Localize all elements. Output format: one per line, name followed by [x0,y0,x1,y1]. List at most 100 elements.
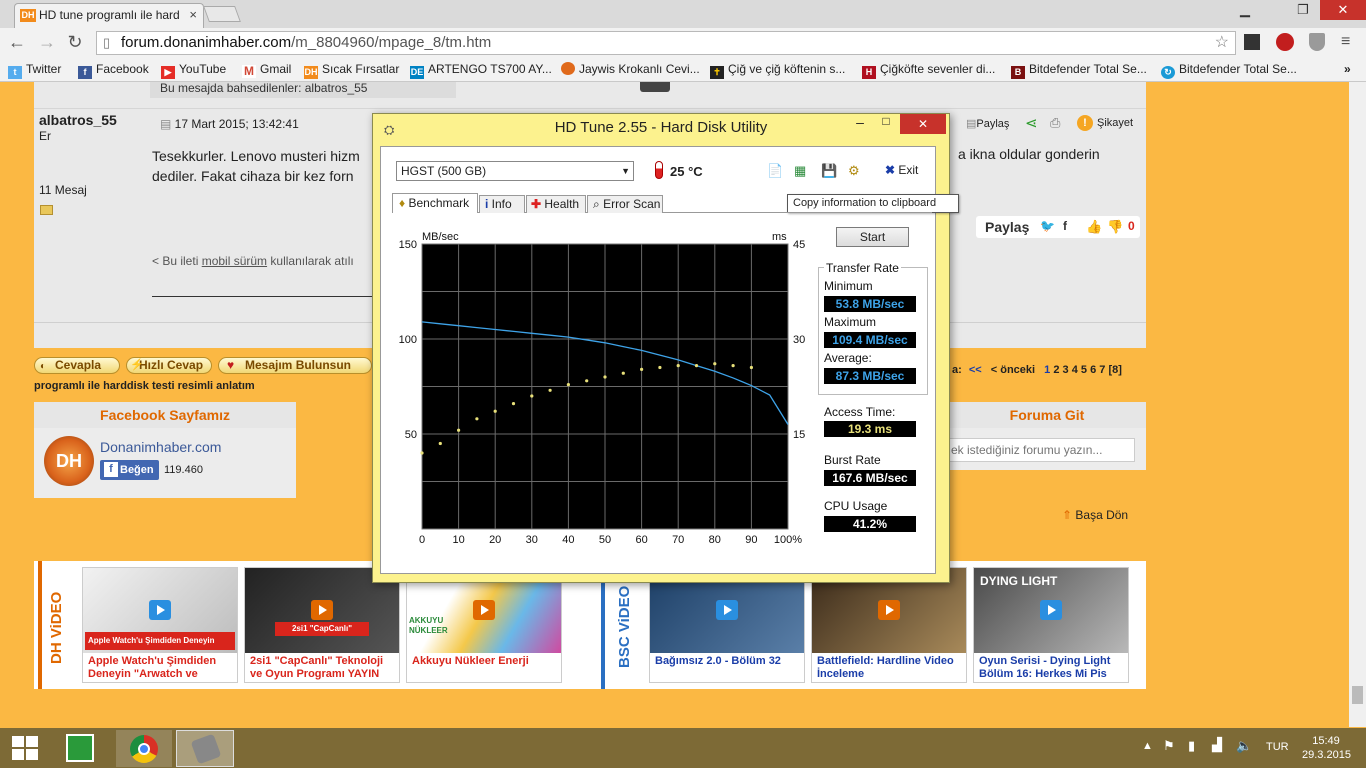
page-scrollbar[interactable] [1349,82,1366,727]
warning-icon[interactable]: ! [1077,115,1093,131]
menu-icon[interactable]: ≡ [1341,33,1350,51]
mobile-version-link[interactable]: mobil sürüm [202,254,267,268]
clock[interactable]: 15:49 29.3.2015 [1302,734,1351,762]
drive-select[interactable]: HGST (500 GB) ▼ [396,161,634,181]
dh-video-label: DH ViDEO [48,591,65,664]
address-bar[interactable]: ▯ forum.donanimhaber.com/m_8804960/mpage… [96,31,1236,55]
pager-prev[interactable]: < önceki [991,364,1035,376]
new-tab-button[interactable] [203,6,241,22]
language-indicator[interactable]: TUR [1266,741,1289,753]
bookmark-cigkofte-sevenler[interactable]: H Çiğköfte sevenler di... [862,62,995,79]
start-button[interactable]: Start [836,227,909,247]
flag-icon[interactable]: ⚑ [1163,738,1175,754]
post-author[interactable]: albatros_55 [39,112,117,128]
tab-close-icon[interactable]: × [189,4,197,26]
quick-reply-button[interactable]: ⚡ Hızlı Cevap [126,357,212,374]
page-3[interactable]: 3 [1063,364,1069,376]
tray-expand-icon[interactable]: ▲ [1142,740,1153,752]
browser-tab[interactable]: DH HD tune programlı ile hard × [14,3,204,28]
bookmark-cig-kofte[interactable]: ✝ Çiğ ve çiğ köftenin s... [710,62,845,79]
complaint-link[interactable]: Şikayet [1097,117,1133,129]
save-icon[interactable]: 💾 [821,163,837,179]
print-icon[interactable]: ⎙ [1050,115,1060,131]
video-card-1[interactable]: Apple Watch'u Şimdiden Deneyin Apple Wat… [82,567,238,683]
page-2[interactable]: 2 [1053,364,1059,376]
bookmark-bitdefender-2[interactable]: ↻ Bitdefender Total Se... [1161,62,1297,79]
reply-button[interactable]: ◐ Cevapla [34,357,120,374]
copy-info-icon[interactable]: 📄 [767,163,783,179]
facebook-like-button[interactable]: f Beğen [100,460,159,480]
thumbs-down-icon[interactable]: 👎 [1107,219,1123,235]
tab-health[interactable]: ✚ Health [526,195,586,213]
jaywis-icon [561,62,575,75]
forward-icon[interactable]: → [36,31,58,53]
store-icon[interactable] [66,734,94,762]
tab-benchmark[interactable]: ♦ Benchmark [392,193,478,213]
minimize-icon[interactable]: ▁ [1230,0,1260,20]
page-8-current: [8] [1108,364,1122,376]
pager-first[interactable]: << [969,364,982,376]
close-window-icon[interactable]: ✕ [1320,0,1366,20]
dh-logo-icon[interactable]: DH [44,436,94,486]
twitter-share-icon[interactable]: 🐦 [1040,219,1055,233]
bookmark-twitter[interactable]: t Twitter [8,62,61,79]
restore-icon[interactable]: ❐ [1288,0,1318,20]
rank-badge-icon [40,205,53,215]
access-time-point [603,375,607,379]
forum-search-input[interactable] [948,438,1135,462]
bookmark-bitdefender-1[interactable]: B Bitdefender Total Se... [1011,62,1147,79]
hdtune-close-icon[interactable]: ✕ [900,114,946,134]
video-card-6[interactable]: DYING LIGHT Oyun Serisi - Dying Light Bö… [973,567,1129,683]
author-message-count[interactable]: 11 Mesaj [39,183,87,197]
bookmark-facebook[interactable]: f Facebook [78,62,149,79]
hdtune-maximize-icon[interactable]: □ [879,114,893,128]
copy-screenshot-icon[interactable]: ▦ [794,163,806,179]
share-icon[interactable]: ⋖ [1025,114,1038,132]
tab-error-scan[interactable]: ⌕ Error Scan [587,195,663,213]
bookmark-youtube[interactable]: ▶ YouTube [161,62,226,79]
options-icon[interactable]: ⚙ [848,163,860,179]
bookmark-star-icon[interactable]: ☆ [1215,32,1229,54]
battery-icon[interactable]: ▮ [1188,738,1195,754]
tab-info[interactable]: i Info [479,195,525,213]
network-icon[interactable]: ▟ [1212,737,1222,753]
average-value: 87.3 MB/sec [824,368,916,384]
bookmarks-overflow-icon[interactable]: » [1344,62,1351,76]
exit-button[interactable]: ✖ Exit [885,163,918,177]
youtube-icon: ▶ [161,66,175,79]
page-6[interactable]: 6 [1090,364,1096,376]
video-card-5[interactable]: Battlefield: Hardline Video İnceleme [811,567,967,683]
shield-icon[interactable] [1309,33,1325,51]
hdtune-minimize-icon[interactable]: – [853,114,867,130]
video-card-3[interactable]: AKKUYU NÜKLEER Akkuyu Nükleer Enerji [406,567,562,683]
facebook-share-icon[interactable]: f [1063,219,1067,233]
volume-icon[interactable]: 🔈 [1236,738,1252,754]
liked-button[interactable]: ♥ Mesajım Bulunsun [218,357,372,374]
bookmark-sicak-firsatlar[interactable]: DH Sıcak Fırsatlar [304,62,399,79]
bookmark-artengo[interactable]: DE ARTENGO TS700 AY... [410,62,552,79]
back-to-top-link[interactable]: ⇑ Başa Dön [1062,508,1128,522]
bookmark-jaywis[interactable]: Jaywis Krokanlı Cevi... [561,62,700,76]
up-arrow-icon: ⇑ [1062,508,1076,522]
back-icon[interactable]: ← [6,31,28,53]
bookmark-gmail[interactable]: M Gmail [242,62,291,78]
reload-icon[interactable]: ↻ [64,31,86,53]
bitdefender-icon: B [1011,66,1025,79]
share-link[interactable]: ▤Paylaş [966,117,1009,130]
facebook-page-name[interactable]: Donanimhaber.com [100,439,221,455]
collapse-handle[interactable] [640,82,670,92]
scrollbar-thumb[interactable] [1352,686,1363,704]
page-1[interactable]: 1 [1044,364,1050,376]
extension-icon[interactable] [1244,34,1260,50]
video-card-2[interactable]: 2si1 "CapCanlı" 2si1 "CapCanlı" Teknoloj… [244,567,400,683]
taskbar-chrome-button[interactable] [116,730,172,767]
adblock-icon[interactable] [1276,33,1294,51]
page-7[interactable]: 7 [1099,364,1105,376]
thumbs-up-icon[interactable]: 👍 [1086,219,1102,235]
video-card-4[interactable]: Bağımsız 2.0 - Bölüm 32 [649,567,805,683]
taskbar-hdtune-button[interactable] [176,730,234,767]
start-windows-icon[interactable] [12,736,38,760]
page-5[interactable]: 5 [1081,364,1087,376]
video-thumbnail: DYING LIGHT [974,568,1128,653]
page-4[interactable]: 4 [1072,364,1078,376]
